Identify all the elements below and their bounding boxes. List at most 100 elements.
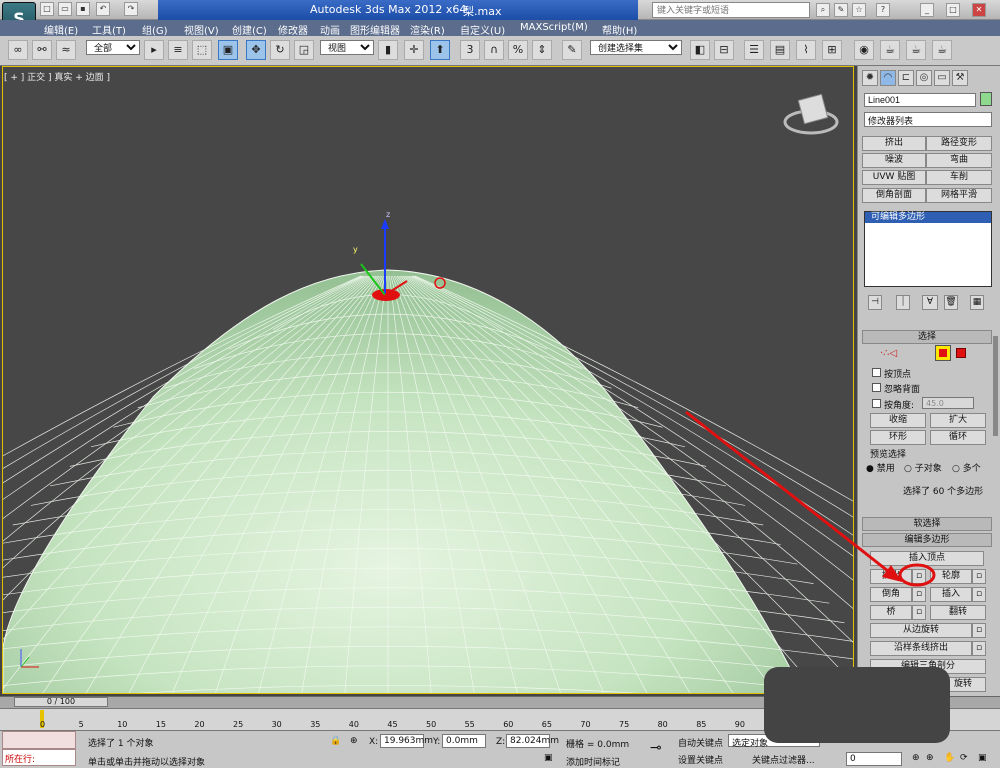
panel-scrollbar[interactable]	[993, 336, 998, 436]
unlink-icon[interactable]: ⚯	[32, 40, 52, 60]
menu-maxscript[interactable]: MAXScript(M)	[520, 22, 588, 33]
maximize-viewport-icon[interactable]: ▣	[978, 753, 987, 763]
make-unique-icon[interactable]: ∀	[922, 295, 938, 310]
select-object-icon[interactable]: ▸	[144, 40, 164, 60]
element-mode-icon[interactable]	[956, 348, 966, 358]
stack-item-editable-poly[interactable]: 可编辑多边形	[865, 212, 991, 223]
menu-rendering[interactable]: 渲染(R)	[410, 22, 445, 37]
hinge-from-edge-button[interactable]: 从边旋转	[870, 623, 972, 638]
auto-key-button[interactable]: 自动关键点	[678, 736, 723, 749]
menu-animation[interactable]: 动画	[320, 22, 340, 37]
ignore-backfacing-checkbox[interactable]	[872, 383, 881, 392]
viewcube[interactable]	[783, 93, 839, 135]
selection-rollout-header[interactable]: 选择	[862, 330, 992, 344]
bevel-button[interactable]: 倒角	[870, 587, 912, 602]
create-tab-icon[interactable]: ✹	[862, 70, 878, 86]
maxscript-mini-listener[interactable]: 所在行:	[2, 749, 76, 766]
extrude-button[interactable]: 挤出	[870, 569, 912, 584]
flip-button[interactable]: 翻转	[930, 605, 986, 620]
material-editor-icon[interactable]: ◉	[854, 40, 874, 60]
modifier-uvw-map-button[interactable]: UVW 贴图	[862, 170, 926, 185]
configure-sets-icon[interactable]: ▦	[970, 295, 984, 310]
loop-button[interactable]: 循环	[930, 430, 986, 445]
minimize-button[interactable]: _	[920, 3, 934, 17]
extrude-along-spline-button[interactable]: 沿样条线挤出	[870, 641, 972, 656]
modifier-bevel-profile-button[interactable]: 倒角剖面	[862, 188, 926, 203]
render-setup-icon[interactable]: ☕	[880, 40, 900, 60]
current-frame-field[interactable]: 0	[846, 752, 902, 766]
modifier-noise-button[interactable]: 噪波	[862, 153, 926, 168]
selection-region-icon[interactable]: ⬚	[192, 40, 212, 60]
pan-view-icon[interactable]: ✋	[944, 753, 955, 763]
modifier-extrude-button[interactable]: 挤出	[862, 136, 926, 151]
motion-tab-icon[interactable]: ◎	[916, 70, 932, 86]
select-move-icon[interactable]: ✥	[246, 40, 266, 60]
vertex-mode-icon[interactable]: ·∴◁	[880, 348, 897, 359]
bevel-settings-button[interactable]: ▫	[912, 587, 926, 602]
extrude-spline-settings-button[interactable]: ▫	[972, 641, 986, 656]
percent-snap-icon[interactable]: %	[508, 40, 528, 60]
zoom-icon[interactable]: ⊕	[912, 753, 920, 763]
search-icon[interactable]: ⌕	[816, 3, 830, 17]
select-scale-icon[interactable]: ◲	[294, 40, 314, 60]
viewport-perspective[interactable]: z y	[2, 66, 854, 694]
grow-button[interactable]: 扩大	[930, 413, 986, 428]
reference-coordinate-dropdown[interactable]: 视图	[320, 40, 374, 55]
redo-icon[interactable]: ↷	[124, 2, 138, 16]
set-key-button[interactable]: 设置关键点	[678, 753, 723, 766]
star-icon[interactable]: ☆	[852, 3, 866, 17]
menu-customize[interactable]: 自定义(U)	[460, 22, 505, 37]
close-button[interactable]: ✕	[972, 3, 986, 17]
preview-subobject-radio[interactable]: ○ 子对象	[904, 461, 942, 474]
curve-editor-icon[interactable]: ⌇	[796, 40, 816, 60]
undo-icon[interactable]: ↶	[96, 2, 110, 16]
outline-button[interactable]: 轮廓	[930, 569, 972, 584]
hierarchy-tab-icon[interactable]: ⊏	[898, 70, 914, 86]
display-tab-icon[interactable]: ▭	[934, 70, 950, 86]
extrude-settings-button[interactable]: ▫	[912, 569, 926, 584]
edit-named-selection-icon[interactable]: ✎	[562, 40, 582, 60]
insert-vertex-button[interactable]: 插入顶点	[870, 551, 984, 566]
menu-graph-editors[interactable]: 图形编辑器	[350, 22, 400, 37]
select-by-name-icon[interactable]: ≡	[168, 40, 188, 60]
add-time-tag-button[interactable]: 添加时间标记	[566, 755, 620, 768]
menu-group[interactable]: 组(G)	[142, 22, 168, 37]
modify-tab-icon[interactable]: ◠	[880, 70, 896, 86]
spinner-snap-icon[interactable]: ⇕	[532, 40, 552, 60]
layer-manager-icon[interactable]: ☰	[744, 40, 764, 60]
menu-tools[interactable]: 工具(T)	[92, 22, 126, 37]
selection-filter-dropdown[interactable]: 全部	[86, 40, 140, 55]
object-color-swatch[interactable]	[980, 92, 992, 106]
select-manipulate-icon[interactable]: ✛	[404, 40, 424, 60]
maximize-button[interactable]: □	[946, 3, 960, 17]
modifier-bend-button[interactable]: 弯曲	[926, 153, 992, 168]
by-angle-checkbox[interactable]	[872, 399, 881, 408]
set-key-icon[interactable]: ⊸	[650, 740, 662, 756]
y-coordinate-field[interactable]: 0.0mm	[442, 734, 486, 748]
soft-selection-rollout-header[interactable]: 软选择	[862, 517, 992, 531]
bridge-settings-button[interactable]: ▫	[912, 605, 926, 620]
edit-polygons-rollout-header[interactable]: 编辑多边形	[862, 533, 992, 547]
utilities-tab-icon[interactable]: ⚒	[952, 70, 968, 86]
schematic-view-icon[interactable]: ⊞	[822, 40, 842, 60]
by-vertex-checkbox[interactable]	[872, 368, 881, 377]
maxscript-listener[interactable]	[2, 731, 76, 749]
menu-edit[interactable]: 编辑(E)	[44, 22, 78, 37]
mirror-icon[interactable]: ◧	[690, 40, 710, 60]
snaps-toggle-icon[interactable]: 3	[460, 40, 480, 60]
keyboard-shortcut-override-icon[interactable]: ⬆	[430, 40, 450, 60]
link-icon[interactable]: ∞	[8, 40, 28, 60]
bridge-button[interactable]: 桥	[870, 605, 912, 620]
preview-multi-radio[interactable]: ○ 多个	[952, 461, 981, 474]
bind-space-warp-icon[interactable]: ≈	[56, 40, 76, 60]
new-file-icon[interactable]: □	[40, 2, 54, 16]
save-file-icon[interactable]: ▪	[76, 2, 90, 16]
outline-settings-button[interactable]: ▫	[972, 569, 986, 584]
align-icon[interactable]: ⊟	[714, 40, 734, 60]
transform-type-in-icon[interactable]: ⊕	[350, 736, 358, 746]
x-coordinate-field[interactable]: 19.963mm	[380, 734, 433, 748]
menu-modifiers[interactable]: 修改器	[278, 22, 308, 37]
inset-button[interactable]: 插入	[930, 587, 972, 602]
show-end-result-icon[interactable]: ⏐	[896, 295, 910, 310]
orbit-icon[interactable]: ⟳	[960, 753, 968, 763]
